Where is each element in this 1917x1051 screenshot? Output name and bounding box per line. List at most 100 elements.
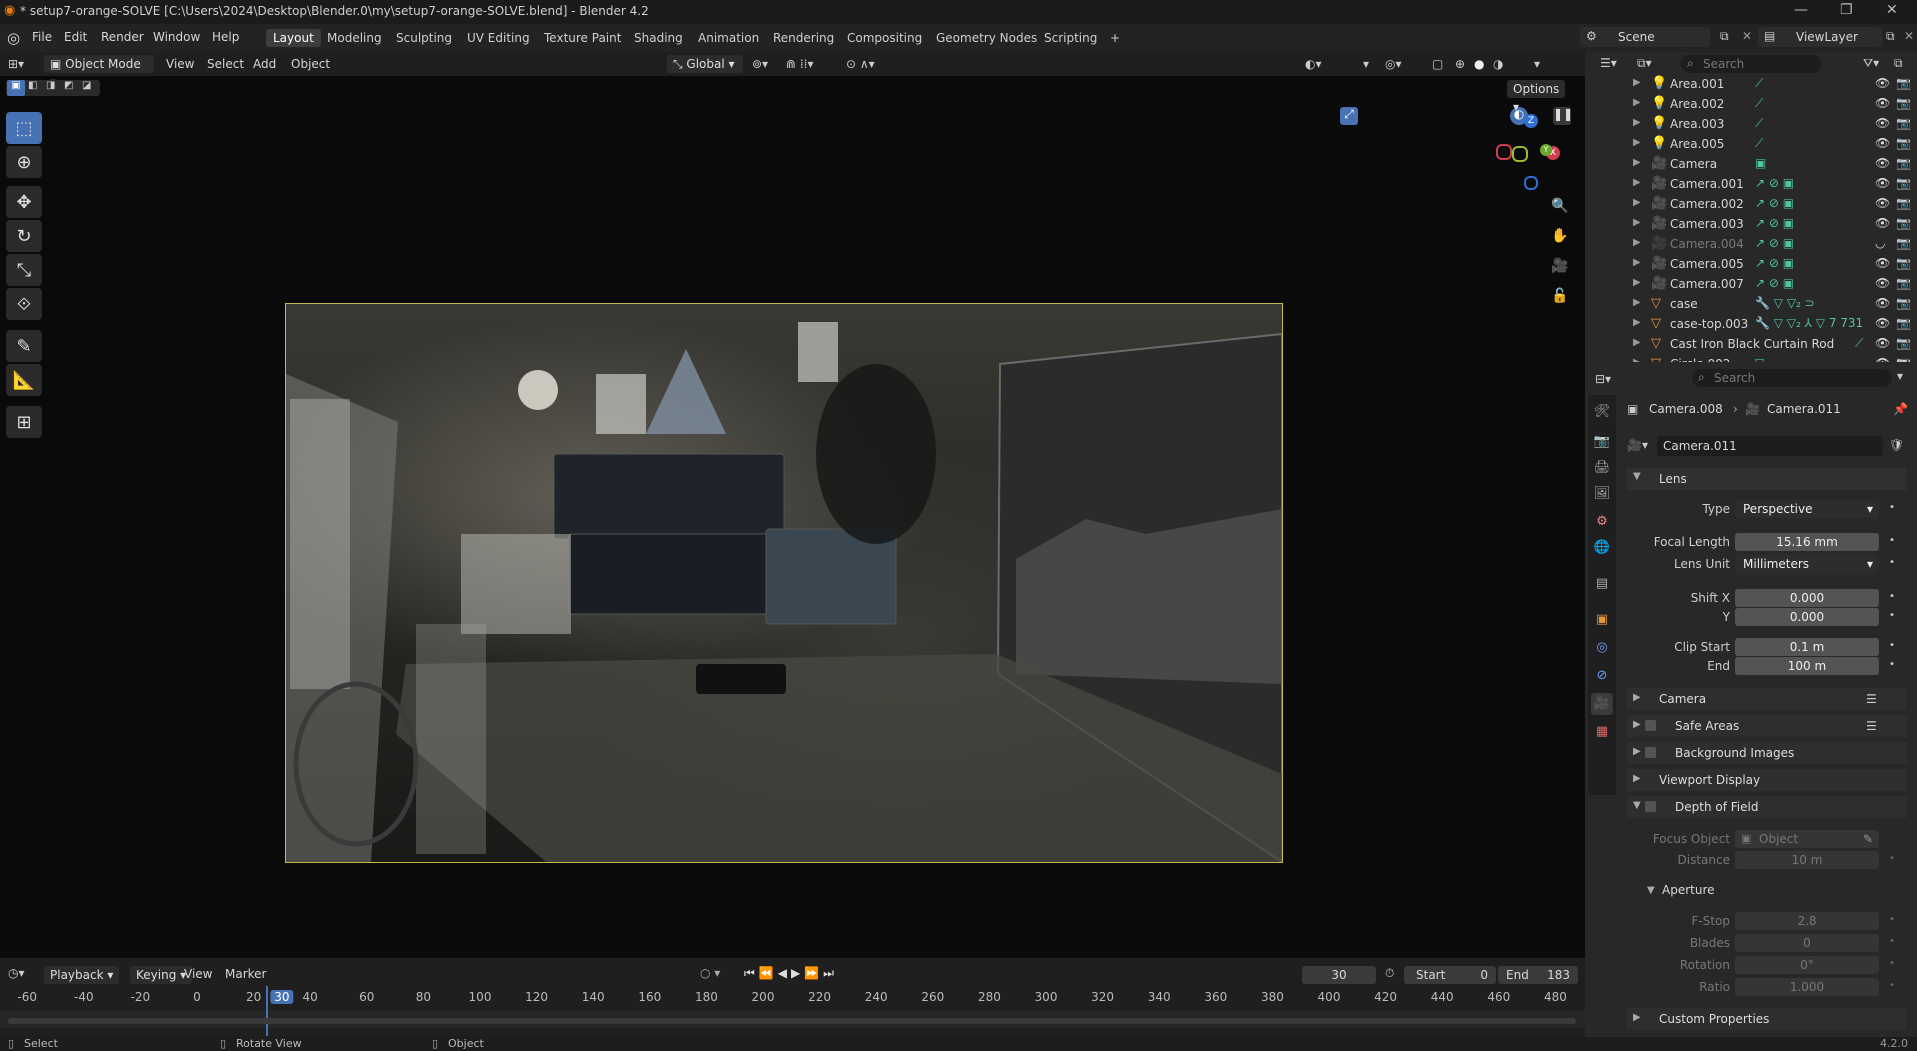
pin-icon[interactable]: 📌	[1893, 402, 1908, 416]
visibility-eye-icon[interactable]: 👁	[1875, 276, 1890, 290]
snap-icon[interactable]: ⋒ ⁞⁞▾	[786, 55, 814, 73]
new-scene-icon[interactable]: ⧉	[1720, 29, 1729, 44]
properties-editor-icon[interactable]: ⊟▾	[1595, 372, 1611, 386]
select-invert-icon[interactable]: ◩	[64, 80, 73, 91]
keyframe-dot-icon[interactable]: •	[1889, 640, 1895, 651]
gizmo-neg-z[interactable]	[1524, 176, 1538, 190]
modifier-icons[interactable]: ⟋	[1755, 136, 1763, 151]
tab-rendering[interactable]: Rendering	[766, 29, 841, 47]
outliner-item-name[interactable]: Camera.001	[1670, 177, 1744, 191]
menu-edit[interactable]: Edit	[64, 30, 87, 44]
outliner-row[interactable]: ▶ 🎥 Camera.005 ↗ ⊘ ▣ 👁 📷	[1585, 254, 1917, 274]
tab-scripting[interactable]: Scripting	[1037, 29, 1104, 47]
keyframe-dot-icon[interactable]: •	[1889, 591, 1895, 602]
tool-measure[interactable]: 📐	[6, 364, 42, 396]
render-camera-icon[interactable]: 📷	[1896, 136, 1911, 150]
outliner-item-name[interactable]: Camera.005	[1670, 257, 1744, 271]
visibility-eye-icon[interactable]: 👁	[1875, 336, 1890, 350]
visibility-eye-icon[interactable]: 👁	[1875, 96, 1890, 110]
timeline-scrollbar[interactable]	[8, 1018, 1576, 1024]
tool-tab-icon[interactable]: 🛠	[1591, 401, 1613, 423]
texture-tab-icon[interactable]: ▦	[1591, 721, 1613, 743]
new-collection-icon[interactable]: ⧉	[1894, 56, 1903, 71]
keyframe-dot-icon[interactable]: •	[1889, 936, 1895, 947]
render-camera-icon[interactable]: 📷	[1896, 116, 1911, 130]
outliner-item-name[interactable]: Camera.004	[1670, 237, 1744, 251]
tab-animation[interactable]: Animation	[691, 29, 766, 47]
tab-compositing[interactable]: Compositing	[840, 29, 929, 47]
tab-geometry-nodes[interactable]: Geometry Nodes	[929, 29, 1044, 47]
visibility-eye-icon[interactable]: 👁	[1875, 116, 1890, 130]
tab-sculpting[interactable]: Sculpting	[389, 29, 459, 47]
viewport-display-panel-header[interactable]: Viewport Display	[1627, 769, 1907, 791]
tool-rotate[interactable]: ↻	[6, 220, 42, 252]
tool-scale[interactable]: ⤡	[6, 254, 42, 286]
options-button[interactable]: Options ▾	[1507, 80, 1565, 114]
outliner-editor-icon[interactable]: ☰▾	[1600, 56, 1617, 70]
modifier-icons[interactable]: ⟋	[1755, 96, 1763, 111]
lens-panel-header[interactable]: Lens	[1627, 468, 1907, 490]
dof-checkbox[interactable]	[1645, 801, 1656, 812]
gizmo-dropdown-icon[interactable]: ▾	[1363, 55, 1369, 73]
render-camera-icon[interactable]: 📷	[1896, 96, 1911, 110]
modifier-icons[interactable]: ⟋	[1755, 116, 1763, 131]
expand-arrow-icon[interactable]: ▶	[1633, 157, 1641, 168]
visibility-eye-icon[interactable]: 👁	[1875, 256, 1890, 270]
datablock-selector[interactable]: 🎥▾ Camera.011 🛡	[1627, 436, 1909, 456]
ratio-field[interactable]: 1.000	[1735, 978, 1879, 996]
shift-x-field[interactable]: 0.000	[1735, 589, 1879, 607]
gizmo-neg-y[interactable]	[1512, 146, 1528, 162]
render-camera-icon[interactable]: 📷	[1896, 336, 1911, 350]
modifier-icons[interactable]: ↗ ⊘ ▣	[1755, 216, 1794, 230]
keyframe-dot-icon[interactable]: •	[1889, 659, 1895, 670]
shading-dropdown-icon[interactable]: ▾	[1534, 55, 1540, 73]
output-tab-icon[interactable]: 🖨	[1591, 457, 1613, 479]
eyedropper-icon[interactable]: ✎	[1863, 830, 1873, 848]
datablock-name-field[interactable]: Camera.011	[1657, 436, 1883, 456]
tab-layout[interactable]: Layout	[266, 29, 321, 47]
clip-end-field[interactable]: 100 m	[1735, 657, 1879, 675]
aperture-header[interactable]: Aperture	[1662, 883, 1715, 897]
tool-select-box[interactable]: ⬚	[6, 112, 42, 144]
type-dropdown[interactable]: Perspective ▾	[1735, 500, 1879, 518]
outliner-item-name[interactable]: Area.001	[1670, 77, 1724, 91]
rotation-field[interactable]: 0°	[1735, 956, 1879, 974]
xray-icon[interactable]: ▢	[1432, 55, 1443, 73]
modifier-icons[interactable]: ⟋	[1755, 76, 1763, 91]
custom-properties-panel-header[interactable]: Custom Properties	[1627, 1008, 1907, 1030]
expand-arrow-icon[interactable]: ▶	[1633, 177, 1641, 188]
outliner-row[interactable]: ▶ ▽ case-top.003 🔧 ▽ ▽₂ ⅄ ▽ 7 731 👁 📷	[1585, 314, 1917, 334]
pan-hand-icon[interactable]: ✋	[1550, 226, 1570, 246]
scene-selector[interactable]: ⚙ Scene	[1580, 27, 1710, 47]
view-layer-selector[interactable]: ▤ ViewLayer	[1758, 27, 1882, 47]
pivot-icon[interactable]: ⊚▾	[752, 55, 768, 73]
outliner-item-name[interactable]: Camera	[1670, 157, 1717, 171]
mode-selector[interactable]: ▣ Object Mode ▾	[44, 55, 154, 89]
outliner-row[interactable]: ▶ 🎥 Camera.002 ↗ ⊘ ▣ 👁 📷	[1585, 194, 1917, 214]
playhead-line[interactable]	[266, 986, 268, 1036]
tool-annotate[interactable]: ✎	[6, 330, 42, 362]
menu-help[interactable]: Help	[212, 30, 239, 44]
outliner-item-name[interactable]: case-top.003	[1670, 317, 1748, 331]
keyframe-dot-icon[interactable]: •	[1889, 853, 1895, 864]
modifier-icons[interactable]: ▣	[1755, 156, 1766, 170]
outliner-row[interactable]: ▶ 💡 Area.001 ⟋ 👁 📷	[1585, 74, 1917, 94]
tool-move[interactable]: ✥	[6, 186, 42, 218]
current-frame-marker[interactable]: 30	[270, 990, 294, 1004]
modifier-icons[interactable]: ⟋	[1855, 336, 1863, 351]
render-camera-icon[interactable]: 📷	[1896, 256, 1911, 270]
menu-render[interactable]: Render	[101, 30, 144, 44]
render-camera-icon[interactable]: 📷	[1896, 196, 1911, 210]
shift-y-field[interactable]: 0.000	[1735, 608, 1879, 626]
render-tab-icon[interactable]: 📷	[1591, 431, 1613, 453]
delete-view-layer-icon[interactable]: ✕	[1904, 29, 1914, 43]
visibility-icon[interactable]: ◐▾	[1305, 55, 1322, 73]
keyframe-dot-icon[interactable]: •	[1889, 502, 1895, 513]
zoom-icon[interactable]: 🔍	[1550, 196, 1570, 216]
render-camera-icon[interactable]: 📷	[1896, 276, 1911, 290]
select-mode-buttons[interactable]: ▣ ◧ ◨ ◩ ◪	[6, 80, 100, 96]
outliner-item-name[interactable]: Area.005	[1670, 137, 1724, 151]
camera-view-icon[interactable]: 🎥	[1550, 256, 1570, 276]
expand-arrow-icon[interactable]: ▶	[1633, 77, 1641, 88]
keyframe-dot-icon[interactable]: •	[1889, 958, 1895, 969]
